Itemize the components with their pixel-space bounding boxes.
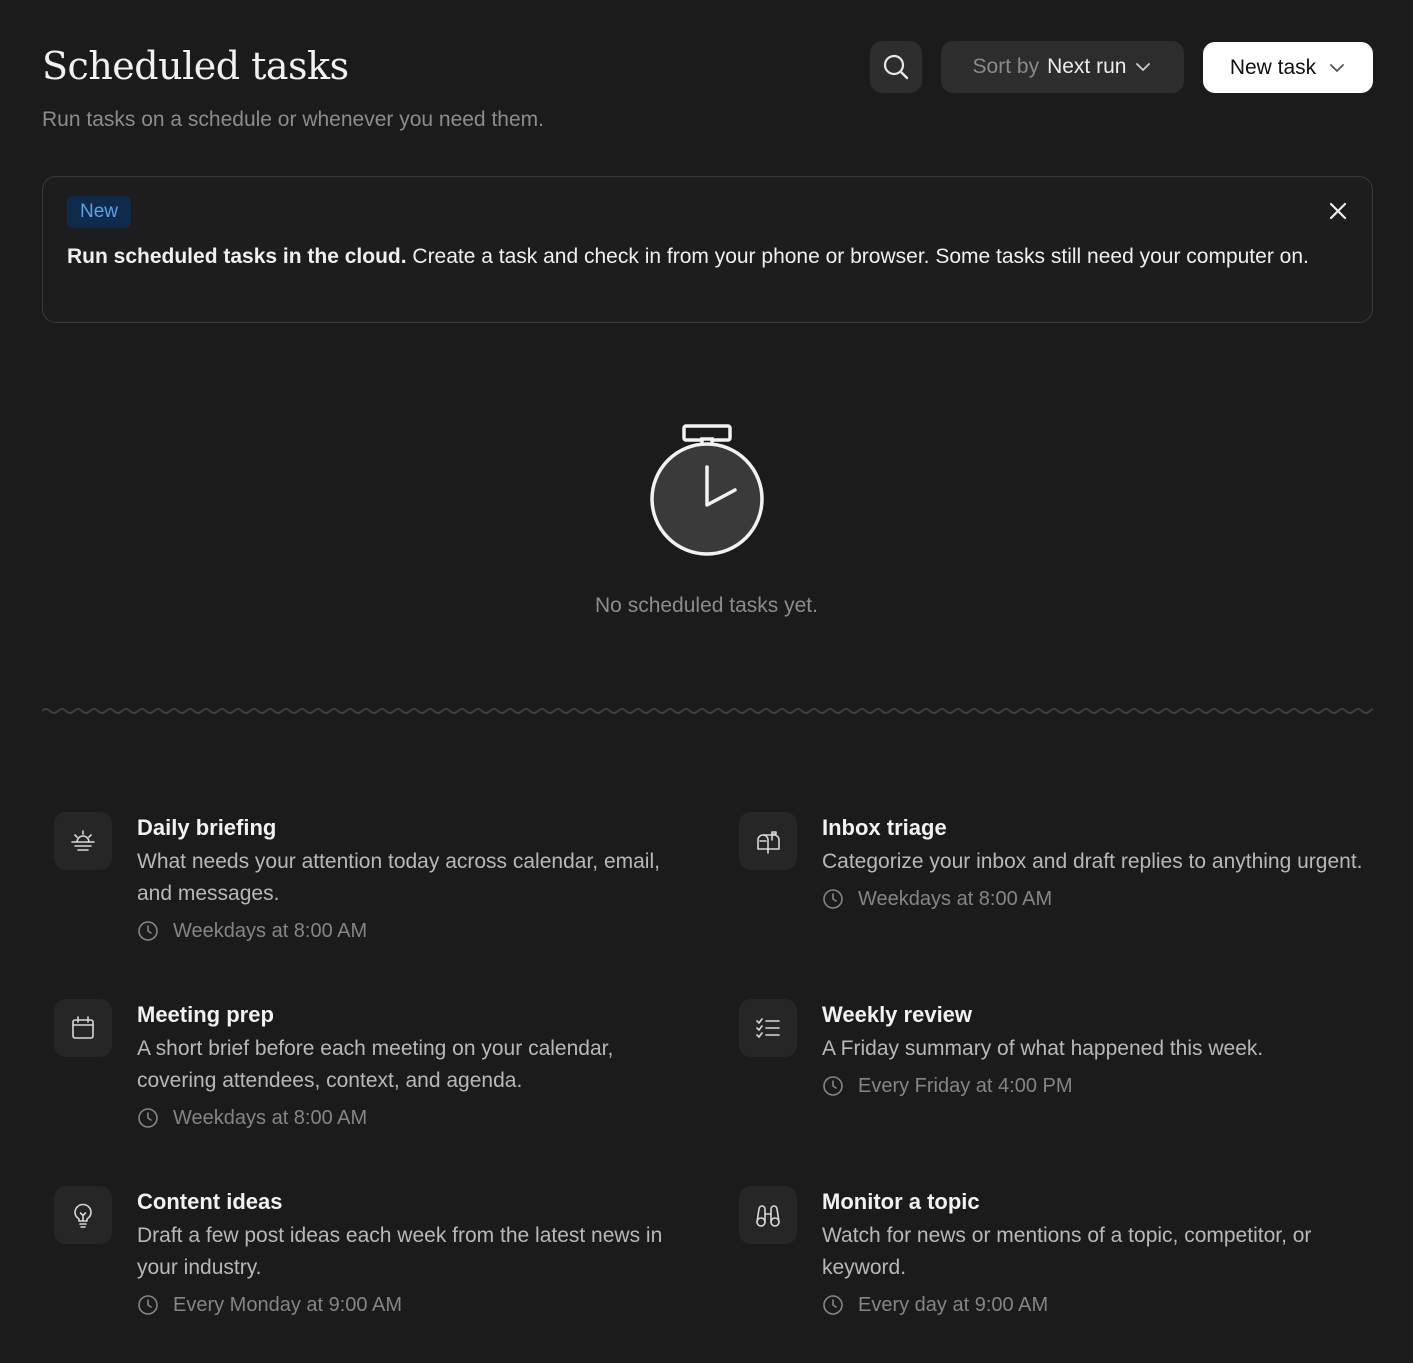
template-schedule: Every day at 9:00 AM [822, 1290, 1382, 1320]
template-description: Categorize your inbox and draft replies … [822, 850, 1363, 873]
page-subtitle: Run tasks on a schedule or whenever you … [42, 108, 544, 131]
clock-icon [138, 1295, 158, 1315]
template-schedule: Weekdays at 8:00 AM [137, 916, 697, 946]
template-icon-tile [739, 812, 797, 870]
banner-message: Run scheduled tasks in the cloud. Create… [67, 241, 1317, 273]
new-task-label: New task [1229, 55, 1317, 79]
template-schedule-text: Weekdays at 8:00 AM [858, 888, 1053, 910]
template-icon-tile [54, 812, 112, 870]
template-schedule: Weekdays at 8:00 AM [822, 884, 1382, 914]
chevron-down-icon [1136, 63, 1151, 71]
clock-icon [138, 1108, 158, 1128]
cloud-tasks-banner: New Run scheduled tasks in the cloud. Cr… [42, 176, 1373, 323]
sort-value-label: Next run [1047, 55, 1127, 78]
new-badge: New [67, 196, 132, 228]
page-title: Scheduled tasks [42, 44, 349, 88]
clock-icon [823, 1076, 843, 1096]
wavy-divider [42, 708, 1373, 714]
banner-close-button[interactable] [1326, 199, 1350, 223]
sort-dropdown[interactable]: Sort by Next run [941, 41, 1184, 93]
template-title: Inbox triage [822, 815, 947, 840]
template-schedule-text: Every Friday at 4:00 PM [858, 1075, 1073, 1097]
clock-icon [823, 889, 843, 909]
template-description: Draft a few post ideas each week from th… [137, 1224, 663, 1279]
template-description: A short brief before each meeting on you… [137, 1037, 614, 1092]
template-schedule: Every Monday at 9:00 AM [137, 1290, 697, 1320]
template-schedule-text: Every day at 9:00 AM [858, 1294, 1049, 1316]
template-icon-tile [739, 999, 797, 1057]
calendar-icon [72, 1016, 94, 1039]
template-schedule-text: Weekdays at 8:00 AM [173, 1107, 368, 1129]
template-title: Weekly review [822, 1002, 973, 1027]
template-icon-tile [54, 999, 112, 1057]
template-icon-tile [54, 1186, 112, 1244]
close-icon [1329, 202, 1347, 220]
template-description: A Friday summary of what happened this w… [822, 1037, 1264, 1060]
stopwatch-icon [650, 424, 764, 556]
template-title: Meeting prep [137, 1002, 274, 1027]
template-title: Content ideas [137, 1189, 283, 1214]
template-description: Watch for news or mentions of a topic, c… [822, 1224, 1312, 1279]
template-schedule: Every Friday at 4:00 PM [822, 1071, 1382, 1101]
banner-body-text: Create a task and check in from your pho… [406, 245, 1309, 268]
template-icon-tile [739, 1186, 797, 1244]
search-icon [883, 54, 909, 80]
mailbox-icon [757, 831, 780, 854]
binoculars-icon [756, 1205, 780, 1227]
template-title: Daily briefing [137, 815, 277, 840]
template-schedule: Weekdays at 8:00 AM [137, 1103, 697, 1133]
template-title: Monitor a topic [822, 1189, 980, 1214]
lightbulb-icon [74, 1203, 92, 1228]
chevron-down-icon [1330, 63, 1345, 72]
banner-bold-text: Run scheduled tasks in the cloud. [67, 245, 407, 268]
empty-state-message: No scheduled tasks yet. [595, 594, 818, 617]
search-button[interactable] [870, 41, 922, 93]
template-description: What needs your attention today across c… [137, 850, 660, 905]
template-schedule-text: Weekdays at 8:00 AM [173, 920, 368, 942]
sort-prefix-label: Sort by [972, 55, 1040, 78]
clock-icon [138, 921, 158, 941]
clock-icon [823, 1295, 843, 1315]
scheduled-tasks-page: Scheduled tasks Run tasks on a schedule … [0, 0, 1413, 1363]
new-task-button[interactable]: New task [1203, 42, 1373, 93]
template-schedule-text: Every Monday at 9:00 AM [173, 1294, 403, 1316]
checklist-icon [756, 1018, 780, 1038]
sunrise-icon [71, 830, 95, 851]
